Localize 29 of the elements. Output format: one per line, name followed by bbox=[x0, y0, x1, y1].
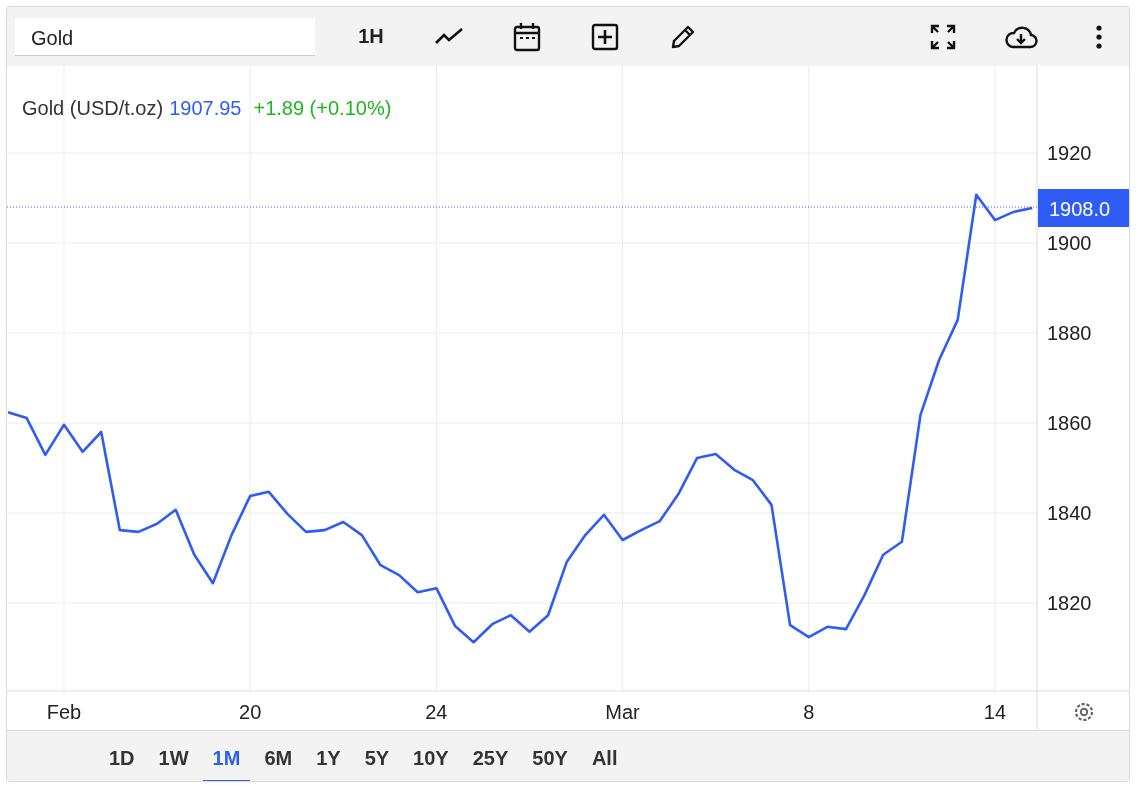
range-tab[interactable]: 5Y bbox=[354, 731, 400, 781]
range-tab[interactable]: 50Y bbox=[522, 731, 578, 781]
y-axis-label: 1840 bbox=[1047, 502, 1092, 524]
y-axis-label: 1880 bbox=[1047, 322, 1092, 344]
x-axis-label: 14 bbox=[983, 701, 1007, 723]
range-tab[interactable]: 1D bbox=[99, 731, 145, 781]
range-tab[interactable]: 10Y bbox=[403, 731, 459, 781]
x-axis-label: 8 bbox=[803, 701, 815, 723]
y-axis-label: 1820 bbox=[1047, 592, 1092, 614]
range-tab[interactable]: 1Y bbox=[306, 731, 351, 781]
search-field[interactable]: Gold bbox=[15, 17, 315, 56]
x-axis-label: Mar bbox=[605, 701, 640, 723]
interval-button[interactable]: 1H bbox=[349, 16, 393, 57]
price-tag: 1908.0 bbox=[1049, 198, 1111, 220]
range-tab[interactable]: 6M bbox=[254, 731, 303, 781]
x-axis-label: 20 bbox=[239, 701, 262, 723]
x-axis-label: Feb bbox=[46, 701, 82, 723]
x-axis-label: 24 bbox=[425, 701, 448, 723]
y-axis-label: 1860 bbox=[1047, 412, 1092, 434]
range-tab[interactable]: 25Y bbox=[462, 731, 519, 781]
instrument-name: Gold (USD/t.oz) bbox=[22, 97, 164, 120]
range-tab[interactable]: All bbox=[581, 731, 628, 781]
range-tab[interactable]: 1W bbox=[148, 731, 199, 781]
last-price: 1907.95 bbox=[169, 97, 242, 120]
range-tab[interactable]: 1M bbox=[202, 731, 251, 781]
y-axis-label: 1920 bbox=[1047, 142, 1092, 164]
y-axis-label: 1900 bbox=[1047, 232, 1092, 254]
settings-icon[interactable] bbox=[1074, 702, 1094, 722]
price-change: +1.89 (+0.10%) bbox=[253, 97, 392, 120]
